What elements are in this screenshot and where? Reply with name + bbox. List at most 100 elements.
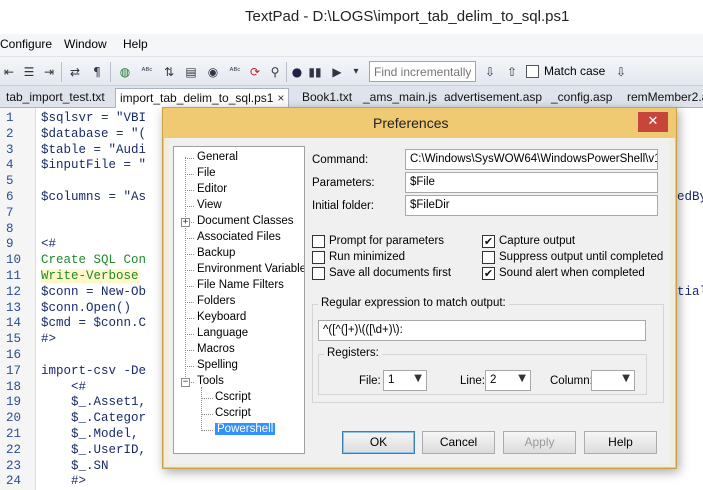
find-incrementally-input[interactable]	[369, 61, 476, 82]
capture-output-checkbox[interactable]: ✔	[482, 235, 495, 248]
prompt-parameters-label: Prompt for parameters	[329, 235, 445, 247]
line-number: 3	[6, 142, 14, 157]
dialog-body: General File Editor View + Document Classes As…	[169, 138, 670, 464]
find-up-icon[interactable]: ⇧	[503, 63, 521, 81]
toolbar-separator	[110, 62, 111, 82]
tab-advertisement[interactable]: advertisement.asp	[440, 88, 546, 108]
find-next-icon[interactable]: ⇩	[612, 63, 630, 81]
line-number: 12	[6, 284, 22, 299]
match-case-checkbox[interactable]	[526, 65, 539, 78]
cancel-button[interactable]: Cancel	[422, 431, 495, 454]
tree-item[interactable]: File Name Filters	[197, 279, 284, 291]
chevron-down-icon: ▼	[622, 373, 630, 384]
tab-book1[interactable]: Book1.txt	[298, 88, 356, 108]
command-field[interactable]: C:\Windows\SysWOW64\WindowsPowerShell\v1…	[405, 149, 658, 170]
help-button[interactable]: Help	[584, 431, 657, 454]
code-line: $conn.Open()	[41, 300, 132, 315]
code-line: $inputFile = "	[41, 158, 147, 173]
file-register-select[interactable]: 1 ▼	[383, 370, 427, 391]
tree-item[interactable]: Environment Variables	[197, 263, 304, 275]
globe-icon[interactable]: ◍	[116, 63, 134, 81]
apply-button[interactable]: Apply	[503, 431, 576, 454]
run-minimized-checkbox[interactable]	[312, 251, 325, 264]
sound-alert-checkbox[interactable]: ✔	[482, 267, 495, 280]
format-icon[interactable]: ▤	[182, 63, 200, 81]
tree-item[interactable]: Document Classes	[197, 215, 294, 227]
unindent-icon[interactable]: ⇤	[0, 63, 18, 81]
line-number: 2	[6, 126, 14, 141]
tree-item-powershell-selected[interactable]: Powershell	[215, 423, 276, 435]
line-number-gutter: 1 2 3 4 5 6 7 8 9 10 11 12 13 14 15 16 17 18 19 20 21 22 23 24	[0, 108, 36, 490]
column-register-select[interactable]: ▼	[591, 370, 635, 391]
tree-item[interactable]: Language	[197, 327, 248, 339]
dialog-title: Preferences	[373, 115, 449, 131]
tab-import-tab-delim[interactable]: import_tab_delim_to_sql.ps1 ×	[115, 88, 290, 109]
collapse-icon[interactable]: −	[181, 378, 190, 387]
view-icon[interactable]: ◉	[204, 63, 222, 81]
binoculars-icon[interactable]: ⚲	[266, 63, 284, 81]
line-number: 8	[6, 221, 14, 236]
ok-button[interactable]: OK	[342, 431, 415, 454]
tab-config[interactable]: _config.asp	[547, 88, 616, 108]
indent-lines-icon[interactable]: ☰	[20, 63, 38, 81]
line-number: 6	[6, 190, 14, 204]
menu-window[interactable]: Window	[64, 37, 107, 51]
command-label: Command:	[312, 154, 369, 166]
indent-icon[interactable]: ⇥	[40, 63, 58, 81]
pause-icon[interactable]: ▮▮	[306, 63, 324, 81]
line-register-select[interactable]: 2 ▼	[485, 370, 531, 391]
tree-connector	[185, 334, 194, 335]
menu-help[interactable]: Help	[123, 37, 148, 51]
tree-item[interactable]: Associated Files	[197, 231, 281, 243]
tree-item[interactable]: Folders	[197, 295, 235, 307]
tab-tab-import-test[interactable]: tab_import_test.txt	[2, 88, 109, 108]
replace-icon[interactable]: ⟳	[246, 63, 264, 81]
tree-item[interactable]: Keyboard	[197, 311, 246, 323]
chevron-down-icon[interactable]: ▾	[347, 63, 365, 81]
tree-item[interactable]: File	[197, 167, 216, 179]
tree-item[interactable]: General	[197, 151, 238, 163]
find-down-icon[interactable]: ⇩	[481, 63, 499, 81]
word-wrap-icon[interactable]: ⇄	[66, 63, 84, 81]
regex-field[interactable]: ^([^(]+)\(([\d+)\):	[318, 320, 646, 341]
tree-item[interactable]: Spelling	[197, 359, 238, 371]
suppress-output-checkbox[interactable]	[482, 251, 495, 264]
code-line: $conn = New-Ob	[41, 284, 147, 299]
tree-connector	[185, 318, 194, 319]
line-number: 1	[6, 111, 14, 125]
spell-icon[interactable]: ᴬᴮᶜ	[226, 63, 244, 81]
sort-icon[interactable]: ⇅	[160, 63, 178, 81]
tab-ams-main[interactable]: _ams_main.js	[359, 88, 441, 108]
menu-configure[interactable]: Configure	[0, 37, 52, 51]
tree-connector	[201, 387, 202, 431]
tree-item[interactable]: Tools	[197, 375, 224, 387]
line-number: 9	[6, 237, 14, 252]
expand-icon[interactable]: +	[181, 218, 190, 227]
tree-item[interactable]: Editor	[197, 183, 227, 195]
sound-alert-label: Sound alert when completed	[499, 267, 645, 279]
tab-remmember2[interactable]: remMember2.a	[623, 88, 703, 108]
preferences-tree[interactable]: General File Editor View + Document Classes As…	[173, 146, 305, 454]
code-line: import-csv -De	[41, 363, 147, 378]
parameters-field[interactable]: $File	[405, 172, 658, 193]
initial-folder-field[interactable]: $FileDir	[405, 195, 658, 216]
code-line: $_.Model,	[41, 427, 139, 441]
file-register-label: File:	[359, 375, 381, 387]
tree-item-cscript[interactable]: Cscript	[215, 391, 251, 403]
tree-item-cscript[interactable]: Cscript	[215, 407, 251, 419]
run-minimized-label: Run minimized	[329, 251, 406, 263]
code-line: $_.UserID,	[41, 442, 147, 457]
play-icon[interactable]: ▶	[328, 63, 346, 81]
record-macro-icon[interactable]: ●	[288, 63, 306, 81]
close-icon[interactable]: ×	[277, 91, 284, 105]
tree-item[interactable]: View	[197, 199, 222, 211]
window-title: TextPad - D:\LOGS\import_tab_delim_to_sq…	[245, 8, 570, 25]
save-all-checkbox[interactable]	[312, 267, 325, 280]
close-button[interactable]: ✕	[638, 112, 668, 132]
tree-item[interactable]: Macros	[197, 343, 235, 355]
prompt-parameters-checkbox[interactable]	[312, 235, 325, 248]
dialog-titlebar[interactable]: Preferences ✕	[163, 108, 676, 138]
tree-item[interactable]: Backup	[197, 247, 235, 259]
pilcrow-icon[interactable]: ¶	[88, 63, 106, 81]
spell-check-icon[interactable]: ᴬᴮᶜ	[138, 63, 156, 81]
